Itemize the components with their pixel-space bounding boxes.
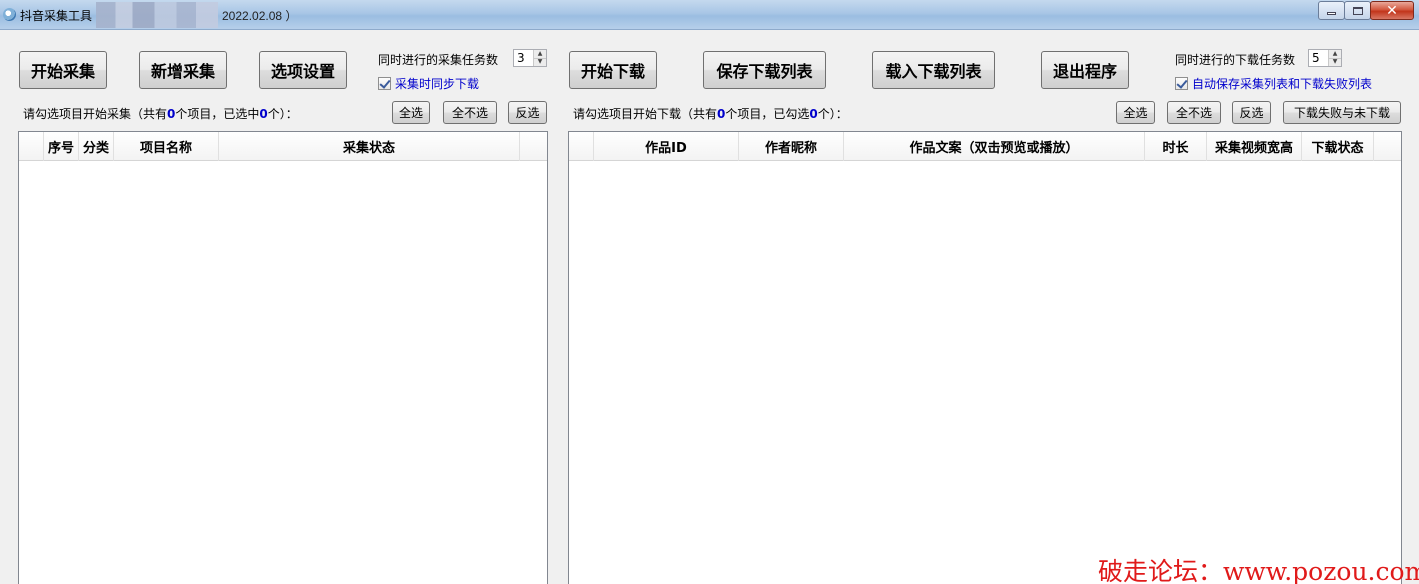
- download-col-checkbox[interactable]: [569, 132, 594, 161]
- collect-col-filler: [520, 132, 547, 161]
- spinner-down-icon[interactable]: ▼: [1329, 57, 1341, 66]
- spinner-up-icon[interactable]: ▲: [1329, 50, 1341, 58]
- collect-list-header: 序号 分类 项目名称 采集状态: [19, 132, 547, 161]
- add-collect-button[interactable]: 新增采集: [139, 51, 227, 89]
- close-icon: ✕: [1386, 2, 1398, 19]
- spinner-up-icon[interactable]: ▲: [534, 50, 546, 58]
- download-list[interactable]: 作品ID 作者昵称 作品文案（双击预览或播放） 时长 采集视频宽高 下载状态: [568, 131, 1402, 584]
- minimize-icon: [1327, 12, 1336, 15]
- collect-col-status[interactable]: 采集状态: [219, 132, 520, 161]
- collect-concurrency-value[interactable]: 3: [514, 50, 533, 66]
- download-col-duration[interactable]: 时长: [1145, 132, 1207, 161]
- download-invert-button[interactable]: 反选: [1232, 101, 1271, 124]
- checkmark-icon[interactable]: [1175, 77, 1188, 90]
- spinner-arrows: ▲ ▼: [1328, 50, 1341, 66]
- collect-col-category[interactable]: 分类: [79, 132, 114, 161]
- maximize-button[interactable]: [1344, 1, 1371, 20]
- collect-list[interactable]: 序号 分类 项目名称 采集状态: [18, 131, 548, 584]
- app-icon: [3, 8, 16, 21]
- download-concurrency-label: 同时进行的下载任务数: [1175, 53, 1296, 67]
- sync-download-label: 采集时同步下载: [395, 77, 480, 91]
- save-download-list-button[interactable]: 保存下载列表: [703, 51, 826, 89]
- collect-status-text: 请勾选项目开始采集（共有0个项目，已选中0个）：: [23, 107, 298, 121]
- download-concurrency-spinner[interactable]: 5 ▲ ▼: [1308, 49, 1342, 67]
- download-failed-button[interactable]: 下载失败与未下载: [1283, 101, 1401, 124]
- window-version: 2022.02.08 ）: [222, 9, 298, 23]
- collect-invert-button[interactable]: 反选: [508, 101, 547, 124]
- collect-select-all-button[interactable]: 全选: [392, 101, 430, 124]
- download-select-all-button[interactable]: 全选: [1116, 101, 1155, 124]
- download-col-author[interactable]: 作者昵称: [739, 132, 844, 161]
- exit-button[interactable]: 退出程序: [1041, 51, 1129, 89]
- options-button[interactable]: 选项设置: [259, 51, 347, 89]
- sync-download-checkbox[interactable]: 采集时同步下载: [378, 75, 479, 92]
- minimize-button[interactable]: [1318, 1, 1345, 20]
- collect-col-checkbox[interactable]: [19, 132, 44, 161]
- download-select-none-button[interactable]: 全不选: [1167, 101, 1221, 124]
- auto-save-label: 自动保存采集列表和下载失败列表: [1192, 77, 1373, 91]
- download-col-filler: [1374, 132, 1401, 161]
- title-bar[interactable]: 抖音采集工具 2022.02.08 ） ✕: [0, 0, 1419, 30]
- download-col-resolution[interactable]: 采集视频宽高: [1207, 132, 1302, 161]
- close-button[interactable]: ✕: [1370, 1, 1414, 20]
- checkmark-icon[interactable]: [378, 77, 391, 90]
- start-download-button[interactable]: 开始下载: [569, 51, 657, 89]
- load-download-list-button[interactable]: 载入下载列表: [872, 51, 995, 89]
- window-controls: ✕: [1318, 1, 1414, 20]
- download-col-work-id[interactable]: 作品ID: [594, 132, 739, 161]
- maximize-icon: [1352, 6, 1363, 15]
- spinner-down-icon[interactable]: ▼: [534, 57, 546, 66]
- download-col-caption[interactable]: 作品文案（双击预览或播放）: [844, 132, 1145, 161]
- collect-concurrency-spinner[interactable]: 3 ▲ ▼: [513, 49, 547, 67]
- start-collect-button[interactable]: 开始采集: [19, 51, 107, 89]
- spinner-arrows: ▲ ▼: [533, 50, 546, 66]
- collect-select-none-button[interactable]: 全不选: [443, 101, 497, 124]
- download-list-header: 作品ID 作者昵称 作品文案（双击预览或播放） 时长 采集视频宽高 下载状态: [569, 132, 1401, 161]
- collect-concurrency-label: 同时进行的采集任务数: [378, 53, 499, 67]
- auto-save-checkbox[interactable]: 自动保存采集列表和下载失败列表: [1175, 75, 1372, 92]
- download-col-status[interactable]: 下载状态: [1302, 132, 1374, 161]
- collect-col-project-name[interactable]: 项目名称: [114, 132, 219, 161]
- watermark: 破走论坛：www.pozou.com: [1098, 557, 1419, 584]
- collect-col-index[interactable]: 序号: [44, 132, 79, 161]
- download-concurrency-value[interactable]: 5: [1309, 50, 1328, 66]
- download-status-text: 请勾选项目开始下载（共有0个项目，已勾选0个）：: [573, 107, 848, 121]
- window-title: 抖音采集工具: [20, 9, 93, 23]
- blurred-title-region: [96, 2, 218, 28]
